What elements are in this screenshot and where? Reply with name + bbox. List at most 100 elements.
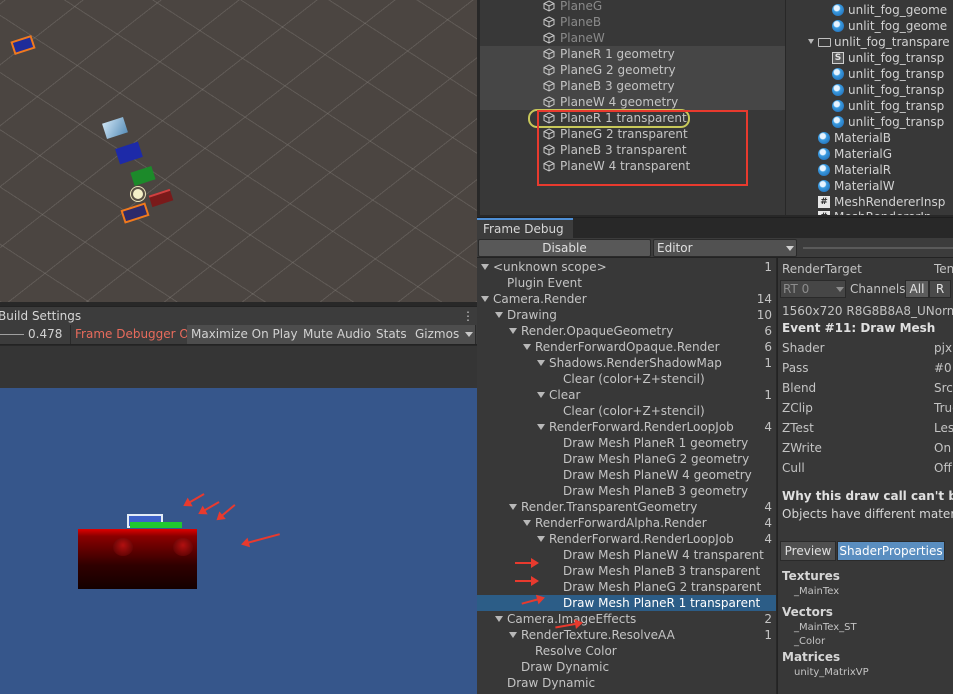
event-row[interactable]: Clear (color+Z+stencil)	[477, 403, 776, 419]
disable-button[interactable]: Disable	[478, 239, 651, 257]
event-scope-row[interactable]: RenderForwardAlpha.Render 4	[477, 515, 776, 531]
hierarchy-item[interactable]: PlaneW	[480, 30, 785, 46]
expand-arrow-icon[interactable]	[537, 360, 545, 366]
event-row[interactable]: Draw Mesh PlaneW 4 geometry	[477, 467, 776, 483]
event-row[interactable]: Plugin Event	[477, 275, 776, 291]
property-label: Shader	[782, 341, 825, 355]
event-count: 4	[764, 532, 772, 546]
hierarchy-item[interactable]: PlaneW 4 geometry	[480, 94, 785, 110]
expand-arrow-icon[interactable]	[481, 264, 489, 270]
event-scope-row[interactable]: Drawing 10	[477, 307, 776, 323]
project-item[interactable]: unlit_fog_transpare	[786, 34, 953, 50]
event-scope-row[interactable]: Clear 1	[477, 387, 776, 403]
project-item[interactable]: unlit_fog_transp	[786, 66, 953, 82]
scene-view[interactable]	[0, 0, 477, 302]
expand-arrow-icon[interactable]	[537, 424, 545, 430]
build-settings-tab[interactable]: Build Settings ⋮	[0, 306, 477, 324]
material-sphere-icon	[818, 148, 830, 160]
stats-button[interactable]: Stats	[372, 325, 412, 344]
channel-all-button[interactable]: All	[905, 280, 929, 298]
event-scope-row[interactable]: Shadows.RenderShadowMap 1	[477, 355, 776, 371]
event-scope-row[interactable]: RenderTexture.ResolveAA 1	[477, 627, 776, 643]
project-item-label: MeshRendererInsp	[834, 195, 946, 209]
maximize-on-play-button[interactable]: Maximize On Play	[187, 325, 303, 344]
project-item[interactable]: # MeshRendererIn	[786, 209, 953, 215]
gameobject-cube-icon	[543, 0, 555, 12]
shader-properties-tab[interactable]: ShaderProperties	[837, 541, 945, 561]
event-row[interactable]: Draw Mesh PlaneB 3 transparent	[477, 563, 776, 579]
project-item[interactable]: unlit_fog_geome	[786, 18, 953, 34]
scale-slider[interactable]	[0, 334, 24, 335]
gameobject-cube-icon	[543, 96, 555, 108]
channel-r-button[interactable]: R	[929, 280, 951, 298]
event-row[interactable]: Draw Mesh PlaneW 4 transparent	[477, 547, 776, 563]
project-item[interactable]: unlit_fog_geome	[786, 2, 953, 18]
frame-debugger-on-button[interactable]: Frame Debugger On	[70, 325, 202, 344]
property-label: Pass	[782, 361, 809, 375]
target-dropdown[interactable]: Editor	[653, 239, 797, 257]
expand-arrow-icon[interactable]	[537, 392, 545, 398]
project-item[interactable]: MaterialB	[786, 130, 953, 146]
event-scope-row[interactable]: Camera.ImageEffects 2	[477, 611, 776, 627]
kebab-menu-icon[interactable]: ⋮	[462, 308, 474, 324]
event-scope-row[interactable]: Render.TransparentGeometry 4	[477, 499, 776, 515]
hierarchy-item[interactable]: PlaneR 1 geometry	[480, 46, 785, 62]
event-scope-row[interactable]: Render.OpaqueGeometry 6	[477, 323, 776, 339]
event-row[interactable]: Draw Mesh PlaneB 3 geometry	[477, 483, 776, 499]
project-item[interactable]: MaterialG	[786, 146, 953, 162]
event-row[interactable]: Draw Dynamic	[477, 659, 776, 675]
event-scope-row[interactable]: <unknown scope> 1	[477, 259, 776, 275]
event-row[interactable]: Draw Mesh PlaneG 2 geometry	[477, 451, 776, 467]
light-gizmo-icon[interactable]	[133, 189, 143, 199]
target-dropdown-icon[interactable]	[786, 246, 794, 251]
scene-plane-red[interactable]	[148, 188, 174, 208]
event-label: Resolve Color	[535, 644, 617, 658]
project-item-label: unlit_fog_transp	[848, 51, 945, 65]
expand-arrow-icon[interactable]	[808, 39, 814, 44]
expand-arrow-icon[interactable]	[523, 520, 531, 526]
event-scope-row[interactable]: RenderForwardOpaque.Render 6	[477, 339, 776, 355]
property-label: ZWrite	[782, 441, 822, 455]
project-item[interactable]: MaterialW	[786, 178, 953, 194]
scene-plane-blue[interactable]	[115, 141, 143, 165]
preview-tab[interactable]: Preview	[780, 541, 836, 561]
expand-arrow-icon[interactable]	[481, 296, 489, 302]
expand-arrow-icon[interactable]	[495, 312, 503, 318]
expand-arrow-icon[interactable]	[509, 328, 517, 334]
scene-plane-blue-selected[interactable]	[10, 34, 36, 56]
project-item[interactable]: unlit_fog_transp	[786, 114, 953, 130]
hierarchy-item[interactable]: PlaneB	[480, 14, 785, 30]
matrices-heading: Matrices	[782, 650, 841, 664]
expand-arrow-icon[interactable]	[495, 616, 503, 622]
project-item[interactable]: unlit_fog_transp	[786, 98, 953, 114]
gizmos-dropdown-icon[interactable]	[465, 332, 473, 337]
event-scope-row[interactable]: RenderForward.RenderLoopJob 4	[477, 531, 776, 547]
event-row[interactable]: Resolve Color	[477, 643, 776, 659]
scene-plane-red-selected[interactable]	[120, 202, 150, 224]
project-item[interactable]: # MeshRendererInsp	[786, 194, 953, 210]
frame-debug-tab[interactable]: Frame Debug	[477, 218, 573, 238]
event-slider[interactable]	[803, 247, 953, 249]
game-view[interactable]	[0, 388, 477, 694]
annotation-arrow	[184, 493, 205, 506]
event-row[interactable]: Draw Mesh PlaneR 1 geometry	[477, 435, 776, 451]
project-item[interactable]: unlit_fog_transp	[786, 82, 953, 98]
mute-audio-button[interactable]: Mute Audio	[299, 325, 376, 344]
hierarchy-item[interactable]: PlaneG	[480, 0, 785, 14]
expand-arrow-icon[interactable]	[537, 536, 545, 542]
expand-arrow-icon[interactable]	[523, 344, 531, 350]
event-row[interactable]: Clear (color+Z+stencil)	[477, 371, 776, 387]
project-item[interactable]: Sunlit_fog_transp	[786, 50, 953, 66]
project-item[interactable]: MaterialR	[786, 162, 953, 178]
expand-arrow-icon[interactable]	[509, 504, 517, 510]
event-scope-row[interactable]: Camera.Render 14	[477, 291, 776, 307]
hierarchy-item[interactable]: PlaneG 2 geometry	[480, 62, 785, 78]
scene-plane-green[interactable]	[130, 165, 156, 187]
expand-arrow-icon[interactable]	[509, 632, 517, 638]
event-row[interactable]: Draw Dynamic	[477, 675, 776, 691]
scene-plane-white[interactable]	[102, 116, 128, 140]
project-item-label: unlit_fog_geome	[848, 3, 948, 17]
event-label: Camera.Render	[493, 292, 587, 306]
event-scope-row[interactable]: RenderForward.RenderLoopJob 4	[477, 419, 776, 435]
hierarchy-item[interactable]: PlaneB 3 geometry	[480, 78, 785, 94]
